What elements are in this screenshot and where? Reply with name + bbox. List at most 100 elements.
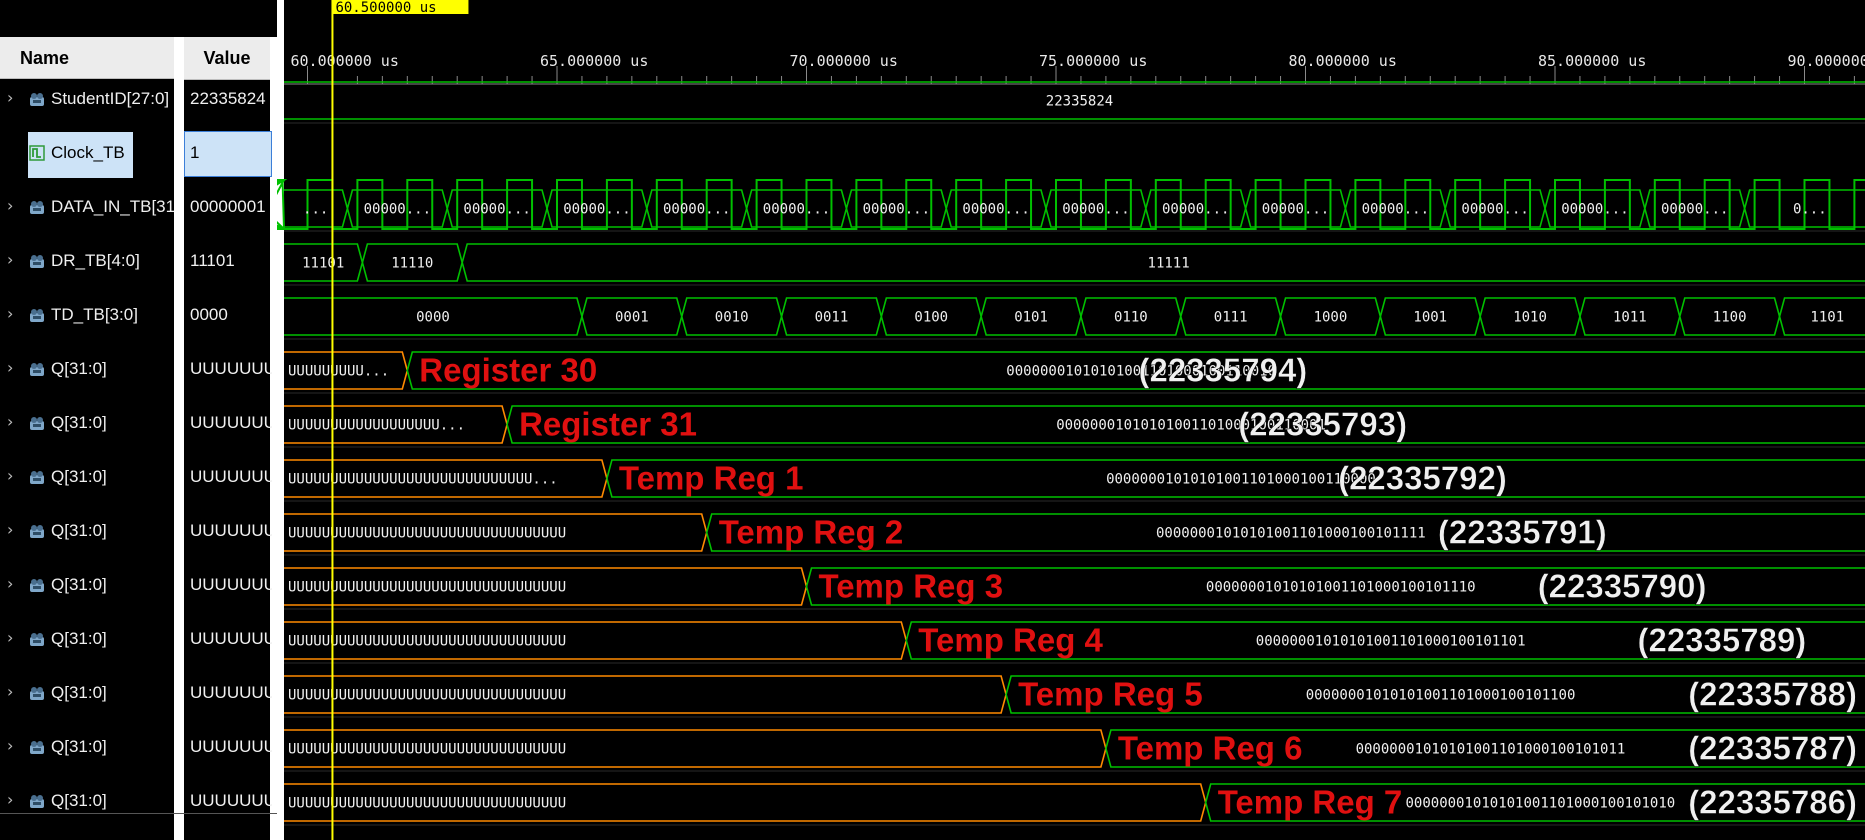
signal-name[interactable]: Q[31:0]	[51, 575, 174, 595]
signal-row[interactable]: › Q[31:0] UUUUUUUU	[0, 505, 277, 559]
bus-waveform[interactable]: UUUUUUUUUUUUUUUUUUUUUUUUUUUUUUUUU 0000000…	[284, 783, 1865, 826]
bus-value-label: 00000...	[1262, 202, 1329, 218]
signal-row[interactable]: › Q[31:0] UUUUUUUU	[0, 451, 277, 505]
expand-chevron-icon[interactable]: ›	[7, 304, 13, 323]
bus-value-label: 00000001010101001101000100101100	[1306, 688, 1576, 704]
signal-name[interactable]: TD_TB[3:0]	[51, 305, 174, 325]
bus-value-label: 1101	[1810, 310, 1844, 326]
bus-waveform[interactable]: ... 00000... 00000... 00000... 00000... 00000…	[284, 189, 1865, 232]
bus-icon	[30, 93, 44, 106]
signal-name[interactable]: Q[31:0]	[51, 413, 174, 433]
expand-chevron-icon[interactable]: ›	[7, 412, 13, 431]
ruler-tick-label: 75.000000 us	[1039, 52, 1147, 70]
bus-icon	[30, 579, 44, 592]
decimal-annotation: (22335788)	[1688, 676, 1857, 713]
expand-chevron-icon[interactable]: ›	[7, 520, 13, 539]
expand-chevron-icon[interactable]: ›	[7, 358, 13, 377]
decimal-annotation: (22335789)	[1637, 622, 1806, 659]
bus-value-label: 00000001010101001101000100101111	[1156, 526, 1426, 542]
bus-waveform[interactable]: UUUUUUUUUUUUUUUUUUUUUUUUUUUUUUUUU 0000000…	[284, 567, 1865, 610]
bus-value-label: 1001	[1413, 310, 1447, 326]
signal-name[interactable]: Q[31:0]	[51, 791, 174, 811]
bus-waveform[interactable]: UUUUUUUUUUUUUUUUUUUUUUUUUUUUUUUUU 0000000…	[284, 729, 1865, 772]
bus-value-label: 00000...	[863, 202, 930, 218]
bus-waveform[interactable]: UUUUUUUUUUUUUUUUUUUUUUUUUUUUUUUUU 0000000…	[284, 513, 1865, 556]
bus-waveform[interactable]: UUUUUUUUUUUUUUUUUU... 0000000101010100110…	[284, 405, 1865, 448]
expand-chevron-icon[interactable]: ›	[7, 628, 13, 647]
bus-waveform[interactable]: UUUUUUUUU... 0000000101010100110100010011…	[284, 351, 1865, 394]
bus-waveform[interactable]: 11101 11110 11111	[284, 243, 1865, 286]
bus-value-label: 00000...	[962, 202, 1029, 218]
signal-panel: Name Value › StudentID[27:0] 22335824 Clock…	[0, 0, 277, 840]
signal-row[interactable]: › Q[31:0] UUUUUUUU	[0, 667, 277, 721]
bus-value-label: 0100	[914, 310, 948, 326]
signal-row[interactable]: › StudentID[27:0] 22335824	[0, 73, 277, 127]
expand-chevron-icon[interactable]: ›	[7, 574, 13, 593]
bus-waveform[interactable]: UUUUUUUUUUUUUUUUUUUUUUUUUUUUU... 00000001…	[284, 459, 1865, 502]
bus-value-label: 0000	[416, 310, 450, 326]
signal-name[interactable]: Q[31:0]	[51, 629, 174, 649]
bus-value-label: UUUUUUUUUUUUUUUUUUUUUUUUUUUUUUUUU	[288, 796, 566, 812]
ruler-tick-label: 80.000000 us	[1289, 52, 1397, 70]
bus-value-label: UUUUUUUUUUUUUUUUUUUUUUUUUUUUUUUUU	[288, 634, 566, 650]
signal-row[interactable]: › Q[31:0] UUUUUUUU	[0, 397, 277, 451]
expand-chevron-icon[interactable]: ›	[7, 682, 13, 701]
bus-waveform[interactable]: 22335824	[284, 81, 1865, 124]
bus-waveform[interactable]: UUUUUUUUUUUUUUUUUUUUUUUUUUUUUUUUU 0000000…	[284, 675, 1865, 718]
row-separator	[0, 813, 277, 814]
signal-row[interactable]: › Q[31:0] UUUUUUUU	[0, 343, 277, 397]
signal-name[interactable]: DR_TB[4:0]	[51, 251, 174, 271]
pane-border	[277, 0, 284, 840]
signal-value: UUUUUUUU	[190, 413, 272, 432]
signal-row[interactable]: Clock_TB 1	[0, 127, 277, 181]
signal-name[interactable]: Q[31:0]	[51, 521, 174, 541]
signal-row[interactable]: › DR_TB[4:0] 11101	[0, 235, 277, 289]
register-annotation: Temp Reg 1	[619, 460, 804, 497]
register-annotation: Temp Reg 3	[819, 568, 1004, 605]
bus-value-label: UUUUUUUUUUUUUUUUUUUUUUUUUUUUUUUUU	[288, 526, 566, 542]
signal-row[interactable]: › Q[31:0] UUUUUUUU	[0, 613, 277, 667]
decimal-annotation: (22335793)	[1238, 406, 1407, 443]
signal-name[interactable]: DATA_IN_TB[31:0]	[51, 197, 174, 217]
signal-value: UUUUUUUU	[190, 521, 272, 540]
bus-value-label: 00000001010101001101000100101110	[1206, 580, 1476, 596]
signal-row[interactable]: › Q[31:0] UUUUUUUU	[0, 559, 277, 613]
expand-chevron-icon[interactable]: ›	[7, 790, 13, 809]
bus-value-label: 1100	[1713, 310, 1747, 326]
bus-value-label: 00000...	[1362, 202, 1429, 218]
expand-chevron-icon[interactable]: ›	[7, 466, 13, 485]
bus-waveform[interactable]: 0000 0001 0010 0011 0100 0101 0110 0111 1000 1001…	[284, 297, 1865, 340]
bit-icon	[29, 145, 45, 161]
decimal-annotation: (22335790)	[1538, 568, 1707, 605]
bus-value-label: 0...	[1793, 202, 1827, 218]
signal-row[interactable]: › Q[31:0] UUUUUUUU	[0, 721, 277, 775]
expand-chevron-icon[interactable]: ›	[7, 196, 13, 215]
bus-value-label: 0101	[1014, 310, 1048, 326]
signal-row[interactable]: › TD_TB[3:0] 0000	[0, 289, 277, 343]
signal-name[interactable]: Q[31:0]	[51, 737, 174, 757]
bus-value-label: 11101	[302, 256, 344, 272]
bus-waveform[interactable]: UUUUUUUUUUUUUUUUUUUUUUUUUUUUUUUUU 0000000…	[284, 621, 1865, 664]
expand-chevron-icon[interactable]: ›	[7, 250, 13, 269]
signal-name[interactable]: Clock_TB	[51, 143, 174, 163]
signal-name[interactable]: Q[31:0]	[51, 359, 174, 379]
signal-row[interactable]: › Q[31:0] UUUUUUUU	[0, 775, 277, 829]
signal-row[interactable]: › DATA_IN_TB[31:0] 00000001	[0, 181, 277, 235]
bus-value-label: 00000...	[463, 202, 530, 218]
bus-value-label: UUUUUUUUUUUUUUUUUUUUUUUUUUUUUUUUU	[288, 742, 566, 758]
time-ruler[interactable]: 60.000000 us 65.000000 us 70.000000 us 75.0…	[284, 52, 1865, 85]
expand-chevron-icon[interactable]: ›	[7, 88, 13, 107]
waveform-viewer[interactable]: 60.000000 us 65.000000 us 70.000000 us 75.0…	[277, 0, 1865, 840]
cursor-time-label: 60.500000 us	[335, 0, 436, 16]
signal-value: UUUUUUUU	[190, 467, 272, 486]
bus-value-label: 1011	[1613, 310, 1647, 326]
signal-name[interactable]: Q[31:0]	[51, 683, 174, 703]
expand-chevron-icon[interactable]: ›	[7, 736, 13, 755]
signal-value: 0000	[190, 305, 228, 324]
bus-value-label: UUUUUUUUUUUUUUUUUUUUUUUUUUUUUUUUU	[288, 688, 566, 704]
ruler-tick-label: 85.000000 us	[1538, 52, 1646, 70]
signal-name[interactable]: StudentID[27:0]	[51, 89, 174, 109]
signal-name[interactable]: Q[31:0]	[51, 467, 174, 487]
decimal-annotation: (22335787)	[1688, 730, 1857, 767]
bus-value-label: 00000...	[1561, 202, 1628, 218]
